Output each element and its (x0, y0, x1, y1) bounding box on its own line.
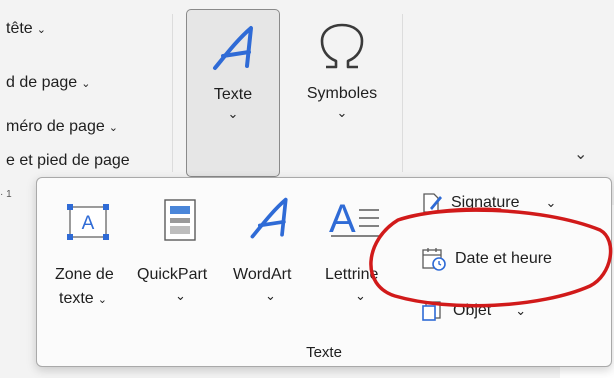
group-separator (172, 14, 173, 172)
drop-cap-tool[interactable]: A Lettrine ⌄ (311, 178, 391, 338)
object-button[interactable]: Objet ⌄ (421, 300, 526, 322)
drop-cap-label: Lettrine (325, 266, 379, 283)
wordart-label: WordArt (233, 266, 292, 283)
header-dropdown[interactable]: tête ⌄ (6, 20, 46, 38)
chevron-down-icon: ⌄ (355, 288, 366, 303)
quickpart-label: QuickPart (137, 266, 208, 283)
date-time-button[interactable]: Date et heure (421, 246, 552, 272)
object-label: Objet (453, 302, 492, 319)
footer-label: d de page (6, 74, 78, 91)
date-time-icon (422, 248, 446, 271)
quickpart-tool[interactable]: QuickPart ⌄ (133, 178, 229, 338)
group-separator (402, 14, 403, 172)
chevron-down-icon: ⌄ (227, 106, 239, 121)
quickpart-icon (164, 199, 196, 241)
wordart-icon (250, 197, 288, 239)
header-footer-label: e et pied de page (6, 152, 130, 169)
ruler-marker: · 1 (0, 189, 12, 200)
page-number-dropdown[interactable]: méro de page ⌄ (6, 118, 118, 136)
text-box-label-line1: Zone de (55, 266, 114, 283)
text-box-tool[interactable]: A Zone de texte ⌄ (45, 178, 133, 338)
chevron-down-icon: ⌄ (336, 105, 348, 120)
svg-text:A: A (329, 197, 356, 240)
wordart-a-icon (213, 26, 253, 70)
chevron-down-icon: ⌄ (545, 195, 557, 210)
signature-label: Signature (451, 194, 520, 211)
chevron-down-icon: ⌄ (108, 122, 118, 134)
chevron-down-icon: ⌄ (515, 303, 527, 318)
symboles-button[interactable]: Symboles ⌄ (292, 9, 392, 177)
signature-line-button[interactable]: Signature ⌄ (421, 192, 556, 214)
header-label: tête (6, 20, 33, 37)
texte-button[interactable]: Texte ⌄ (186, 9, 280, 177)
chevron-down-icon: ⌄ (81, 78, 91, 90)
text-box-icon: A (67, 204, 109, 240)
header-footer-group-label: e et pied de page (6, 152, 130, 170)
chevron-down-icon: ⌄ (175, 288, 186, 303)
symboles-button-label: Symboles (306, 85, 378, 102)
object-icon (422, 301, 441, 321)
date-time-label: Date et heure (455, 250, 552, 267)
texte-button-label: Texte (213, 86, 253, 103)
drop-cap-icon: A (329, 197, 379, 240)
footer-dropdown[interactable]: d de page ⌄ (6, 74, 90, 92)
chevron-down-icon: ⌄ (97, 294, 107, 306)
page-number-label: méro de page (6, 118, 105, 135)
texte-gallery-popup: A Zone de texte ⌄ QuickPart ⌄ WordArt ⌄ A (36, 177, 612, 367)
chevron-down-icon: ⌄ (36, 24, 46, 36)
svg-text:A: A (82, 213, 95, 234)
omega-icon (320, 23, 364, 69)
chevron-down-icon: ⌄ (265, 288, 276, 303)
texte-group-label: Texte (306, 344, 342, 361)
text-box-label-line2: texte ⌄ (59, 290, 107, 307)
ribbon-collapse-chevron-icon[interactable]: ⌄ (574, 144, 587, 164)
wordart-tool[interactable]: WordArt ⌄ (229, 178, 311, 338)
signature-line-icon (423, 193, 442, 213)
